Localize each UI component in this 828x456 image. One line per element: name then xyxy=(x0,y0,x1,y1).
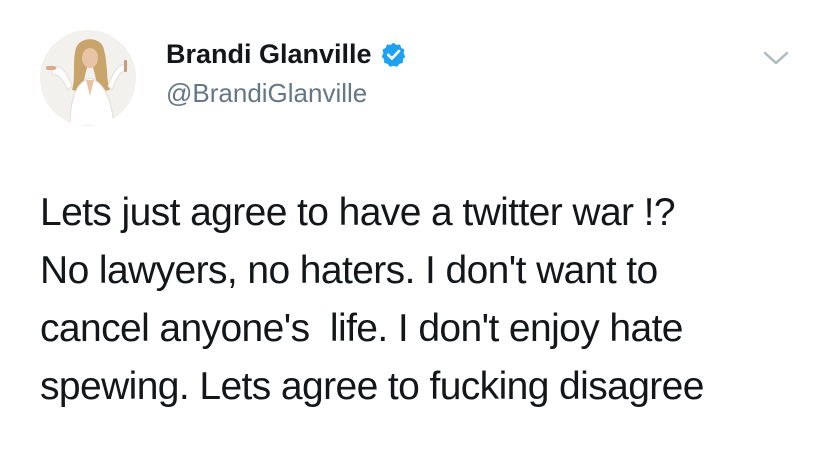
display-name[interactable]: Brandi Glanville xyxy=(166,39,372,70)
tweet-text-line: cancel anyone's life. I don't enjoy hate xyxy=(40,307,684,350)
tweet-text: Lets just agree to have a twitter war !?… xyxy=(40,184,810,416)
avatar-photo xyxy=(40,30,136,126)
verified-badge-icon xyxy=(380,41,407,68)
avatar[interactable] xyxy=(40,30,136,126)
user-handle[interactable]: @BrandiGlanville xyxy=(166,78,367,109)
tweet-card: Brandi Glanville @BrandiGlanville Lets j… xyxy=(0,0,828,456)
tweet-text-line: No lawyers, no haters. I don't want to xyxy=(40,249,658,292)
tweet-text-line: spewing. Lets agree to fucking disagree xyxy=(40,365,704,408)
tweet-text-line: Lets just agree to have a twitter war !? xyxy=(40,191,676,234)
chevron-down-icon[interactable] xyxy=(762,48,790,68)
author-name-row[interactable]: Brandi Glanville xyxy=(166,36,407,72)
